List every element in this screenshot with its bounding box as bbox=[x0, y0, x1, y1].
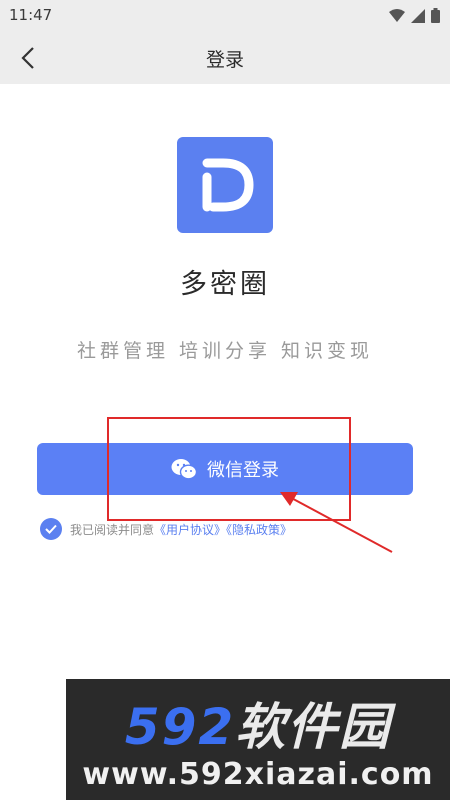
app-name: 多密圈 bbox=[180, 269, 270, 300]
page-title: 登录 bbox=[205, 49, 244, 71]
watermark-banner: 592软件园 www.592xiazai.com bbox=[66, 679, 450, 800]
status-icons bbox=[389, 8, 440, 23]
privacy-policy-link[interactable]: 《隐私政策》 bbox=[226, 523, 292, 537]
agreement-row: 我已阅读并同意《用户协议》《隐私政策》 bbox=[40, 518, 292, 540]
battery-icon bbox=[431, 8, 440, 23]
app-logo bbox=[177, 137, 273, 233]
watermark-number: 592 bbox=[124, 698, 236, 756]
check-icon bbox=[45, 524, 57, 534]
watermark-brand: 软件园 bbox=[235, 698, 392, 756]
watermark-url: www.592xiazai.com bbox=[82, 757, 434, 792]
logo-d-icon bbox=[202, 158, 254, 212]
signal-icon bbox=[411, 8, 425, 23]
status-bar: 11:47 bbox=[0, 0, 450, 32]
agree-checkbox[interactable] bbox=[40, 518, 62, 540]
nav-bar: 登录 bbox=[0, 32, 450, 84]
user-agreement-link[interactable]: 《用户协议》 bbox=[154, 523, 226, 537]
app-slogan: 社群管理 培训分享 知识变现 bbox=[76, 340, 374, 362]
wifi-icon bbox=[389, 8, 405, 22]
agreement-text: 我已阅读并同意 bbox=[70, 522, 155, 537]
status-time: 11:47 bbox=[9, 6, 53, 24]
